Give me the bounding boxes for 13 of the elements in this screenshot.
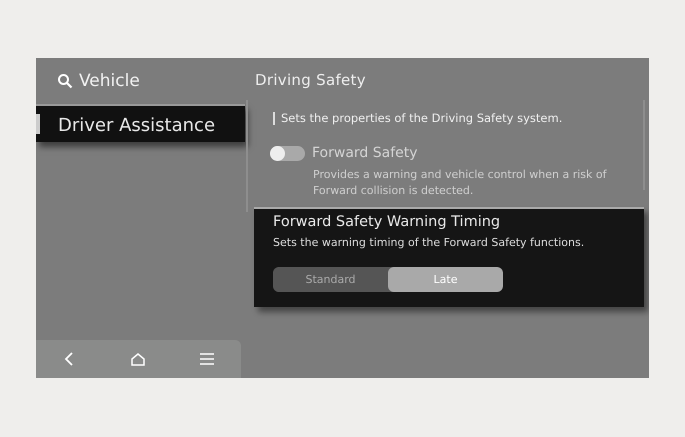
toggle-switch[interactable] [270, 146, 305, 160]
search-label[interactable]: Vehicle [79, 71, 140, 91]
home-icon [130, 351, 146, 367]
sidebar-item[interactable]: Driver Assistance [36, 104, 245, 142]
setting-description: Provides a warning and vehicle control when a risk of Forward collision is detected. [313, 167, 608, 199]
menu-icon [198, 351, 215, 367]
popup-description: Sets the warning timing of the Forward Safety functions. [273, 236, 586, 249]
page-description: Sets the properties of the Driving Safety system. [281, 111, 562, 125]
setting-label: Forward Safety [312, 145, 418, 161]
option-button[interactable]: Late [388, 267, 503, 292]
search-icon [57, 73, 73, 89]
popup-title: Forward Safety Warning Timing [273, 214, 502, 230]
page-title: Driving Safety [255, 71, 367, 89]
